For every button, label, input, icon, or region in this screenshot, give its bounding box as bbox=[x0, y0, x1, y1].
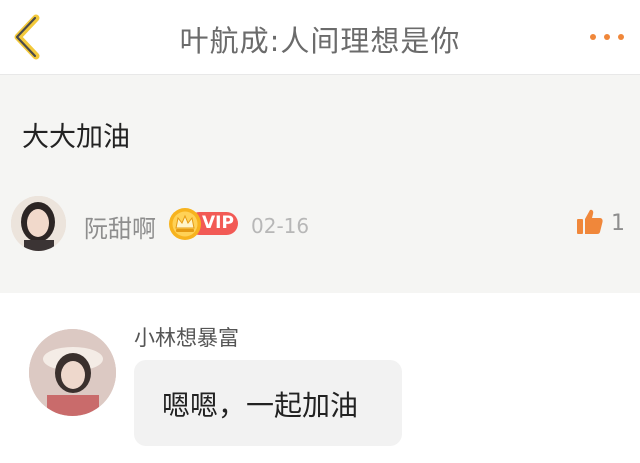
author-avatar[interactable] bbox=[11, 196, 66, 251]
like-count: 1 bbox=[611, 211, 625, 236]
author-name[interactable]: 阮甜啊 bbox=[84, 209, 156, 244]
more-options-icon[interactable] bbox=[588, 30, 626, 44]
page-title: 叶航成:人间理想是你 bbox=[179, 24, 461, 58]
reply-avatar[interactable] bbox=[29, 329, 116, 416]
nav-header: 叶航成:人间理想是你 bbox=[0, 0, 640, 75]
reply-bubble: 嗯嗯，一起加油 bbox=[134, 360, 402, 446]
like-button[interactable]: 1 bbox=[576, 208, 628, 240]
crown-icon bbox=[169, 208, 201, 240]
main-comment: 大大加油 阮甜啊 VIP 02-16 1 bbox=[0, 75, 640, 293]
comment-date: 02-16 bbox=[251, 214, 310, 238]
comment-text: 大大加油 bbox=[22, 122, 130, 153]
vip-badge: VIP bbox=[168, 207, 240, 241]
reply-author-name[interactable]: 小林想暴富 bbox=[134, 322, 239, 352]
reply-text: 嗯嗯，一起加油 bbox=[162, 389, 359, 422]
thumbs-up-icon bbox=[577, 209, 603, 234]
